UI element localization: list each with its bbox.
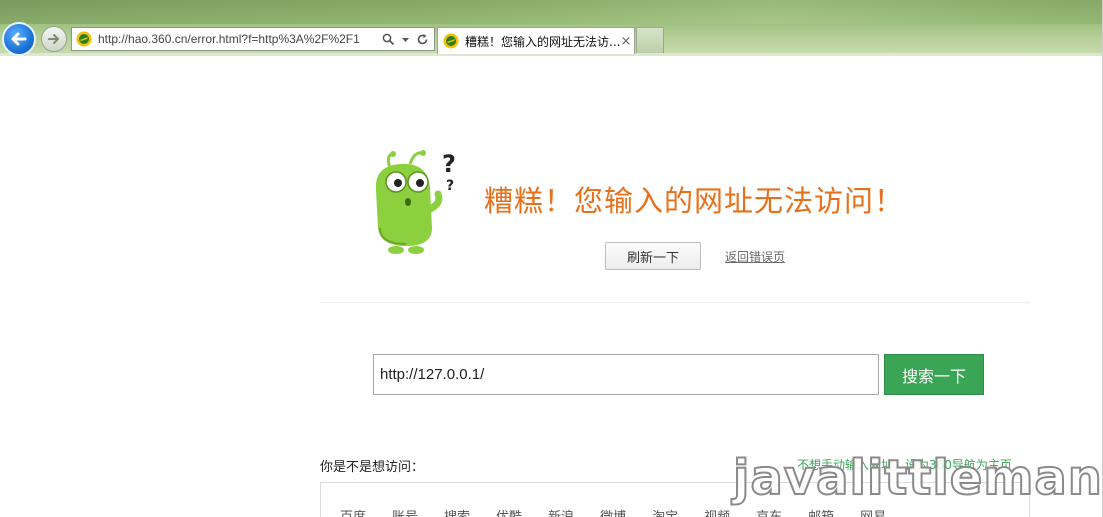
- back-to-error-link[interactable]: 返回错误页: [725, 248, 785, 265]
- suggestion-item[interactable]: 搜索: [444, 506, 470, 517]
- suggestion-item[interactable]: 京东: [756, 506, 782, 517]
- search-icon[interactable]: [382, 33, 395, 46]
- refresh-icon[interactable]: [416, 33, 429, 46]
- suggestion-item[interactable]: 邮箱: [808, 506, 834, 517]
- address-bar[interactable]: http://hao.360.cn/error.html?f=http%3A%2…: [71, 27, 435, 51]
- close-icon[interactable]: ×: [620, 34, 631, 49]
- suggestion-item[interactable]: 百度: [340, 506, 366, 517]
- suggestion-item[interactable]: 微博: [600, 506, 626, 517]
- tab-title: 糟糕！您输入的网址无法访...: [465, 34, 621, 49]
- suggest-heading: 你是不是想访问：: [320, 460, 425, 475]
- svg-text:?: ?: [442, 150, 456, 178]
- suggestion-item[interactable]: 优酷: [496, 506, 522, 517]
- refresh-button[interactable]: 刷新一下: [605, 242, 701, 270]
- section-divider: [320, 302, 1030, 303]
- search-button[interactable]: 搜索一下: [884, 354, 984, 395]
- watermark-text: javalittleman: [732, 449, 1103, 507]
- suggestion-item[interactable]: 账号: [392, 506, 418, 517]
- suggestion-item[interactable]: 淘宝: [652, 506, 678, 517]
- address-tools: [382, 33, 434, 46]
- error-title: 糟糕！您输入的网址无法访问！: [484, 184, 905, 218]
- search-input[interactable]: http://127.0.0.1/: [373, 354, 879, 395]
- window-title-band: [0, 0, 1103, 24]
- 360-logo-icon: [76, 31, 92, 47]
- arrow-right-icon: [48, 34, 59, 44]
- dropdown-arrow-icon[interactable]: [399, 33, 412, 46]
- suggestion-item[interactable]: 新浪: [548, 506, 574, 517]
- suggestion-item[interactable]: 视频: [704, 506, 730, 517]
- suggestion-list: 百度 账号 搜索 优酷 新浪 微博 淘宝 视频 京东 邮箱 网易: [340, 506, 886, 517]
- suggestion-item[interactable]: 网易: [860, 506, 886, 517]
- svg-text:?: ?: [446, 178, 454, 194]
- tab-active[interactable]: 糟糕！您输入的网址无法访... ×: [437, 27, 635, 54]
- confused-mascot-icon: ? ?: [375, 150, 456, 254]
- address-url[interactable]: http://hao.360.cn/error.html?f=http%3A%2…: [98, 32, 368, 46]
- forward-button[interactable]: [41, 26, 67, 52]
- 360-logo-icon: [443, 33, 459, 49]
- new-tab-button[interactable]: [636, 27, 664, 53]
- back-button[interactable]: [2, 22, 36, 56]
- arrow-left-icon: [11, 32, 27, 46]
